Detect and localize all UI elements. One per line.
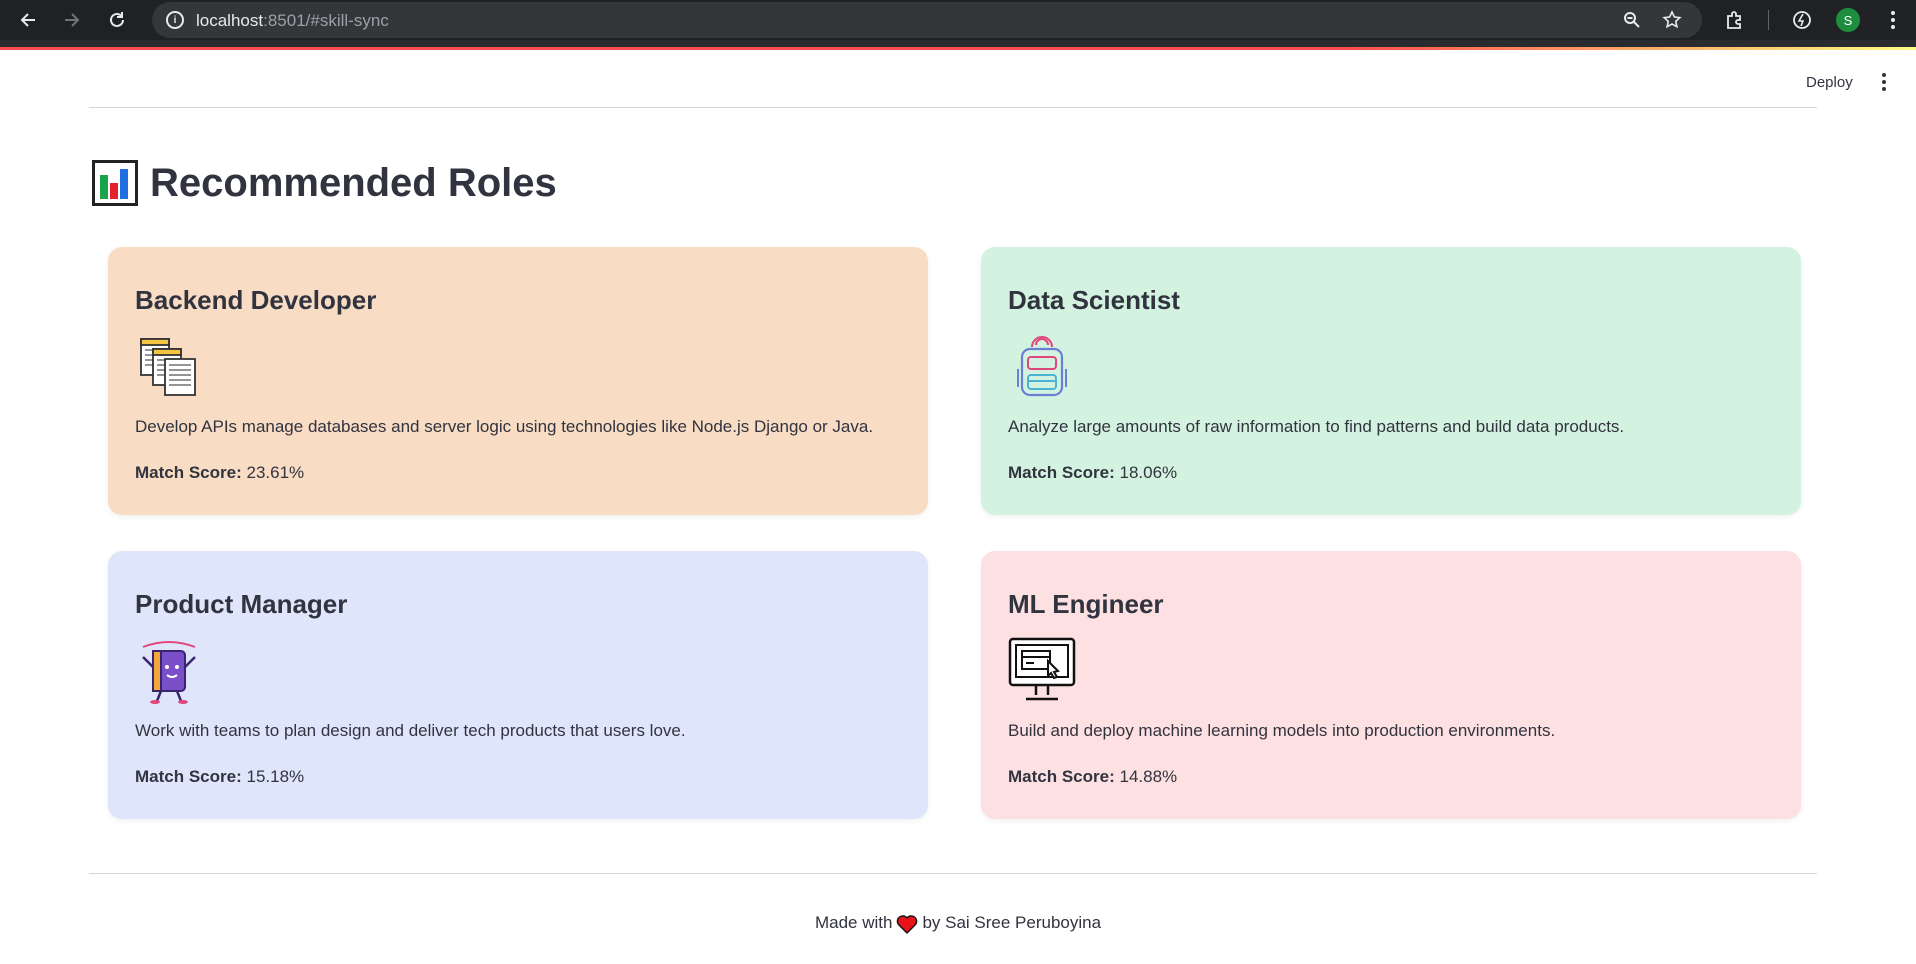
computer-monitor-icon <box>1008 637 1076 705</box>
footer-author: by Sai Sree Peruboyina <box>922 913 1102 932</box>
book-character-icon <box>135 637 203 705</box>
page-title: Recommended Roles <box>150 160 557 205</box>
role-card-data-scientist: Data Scientist Analyze large amounts of … <box>981 247 1801 515</box>
browser-menu-icon[interactable] <box>1880 7 1906 33</box>
card-description: Work with teams to plan design and deliv… <box>135 721 686 740</box>
header-accent-line <box>0 47 1916 50</box>
role-card-backend-developer: Backend Developer Develop APIs manage da… <box>108 247 928 515</box>
page-heading: Recommended Roles <box>92 160 557 206</box>
match-score: Match Score: 18.06% <box>1008 463 1177 483</box>
footer-prefix: Made with <box>814 913 893 932</box>
site-info-icon[interactable]: i <box>166 11 184 29</box>
card-title: Product Manager <box>135 589 348 619</box>
zoom-icon[interactable] <box>1620 9 1644 31</box>
match-score-label: Match Score: <box>135 767 242 786</box>
deploy-button[interactable]: Deploy <box>1796 68 1863 96</box>
address-bar[interactable]: i localhost:8501/#skill-sync <box>152 2 1702 38</box>
match-score-value: 23.61% <box>246 463 305 482</box>
bar-chart-icon <box>92 160 138 206</box>
performance-icon[interactable] <box>1789 7 1815 33</box>
toolbar-separator <box>1768 10 1769 30</box>
backpack-icon <box>1008 333 1076 401</box>
browser-toolbar: i localhost:8501/#skill-sync S <box>0 0 1916 40</box>
match-score-value: 15.18% <box>246 767 305 786</box>
documents-icon <box>135 333 203 401</box>
card-title: Data Scientist <box>1008 285 1180 315</box>
match-score-value: 18.06% <box>1119 463 1178 482</box>
back-icon[interactable] <box>14 6 42 34</box>
role-card-ml-engineer: ML Engineer Build and deploy machine lea… <box>981 551 1801 819</box>
card-title: ML Engineer <box>1008 589 1164 619</box>
forward-icon[interactable] <box>58 6 86 34</box>
extensions-icon[interactable] <box>1722 7 1748 33</box>
match-score-label: Match Score: <box>1008 463 1115 482</box>
reload-icon[interactable] <box>103 6 131 34</box>
footer: Made with by Sai Sree Peruboyina <box>0 913 1916 934</box>
profile-avatar[interactable]: S <box>1836 8 1860 32</box>
match-score-value: 14.88% <box>1119 767 1178 786</box>
match-score: Match Score: 14.88% <box>1008 767 1177 787</box>
role-card-product-manager: Product Manager Work with teams to plan … <box>108 551 928 819</box>
card-description: Build and deploy machine learning models… <box>1008 721 1556 740</box>
card-description: Develop APIs manage databases and server… <box>135 417 874 436</box>
match-score: Match Score: 15.18% <box>135 767 304 787</box>
card-title: Backend Developer <box>135 285 377 315</box>
card-description: Analyze large amounts of raw information… <box>1008 417 1625 436</box>
match-score-label: Match Score: <box>1008 767 1115 786</box>
match-score-label: Match Score: <box>135 463 242 482</box>
top-divider <box>89 107 1817 108</box>
footer-divider <box>89 873 1817 874</box>
app-menu-icon[interactable] <box>1874 68 1894 96</box>
heart-icon <box>897 914 918 934</box>
url-text[interactable]: localhost:8501/#skill-sync <box>196 11 389 31</box>
bookmark-star-icon[interactable] <box>1660 9 1684 31</box>
match-score: Match Score: 23.61% <box>135 463 304 483</box>
